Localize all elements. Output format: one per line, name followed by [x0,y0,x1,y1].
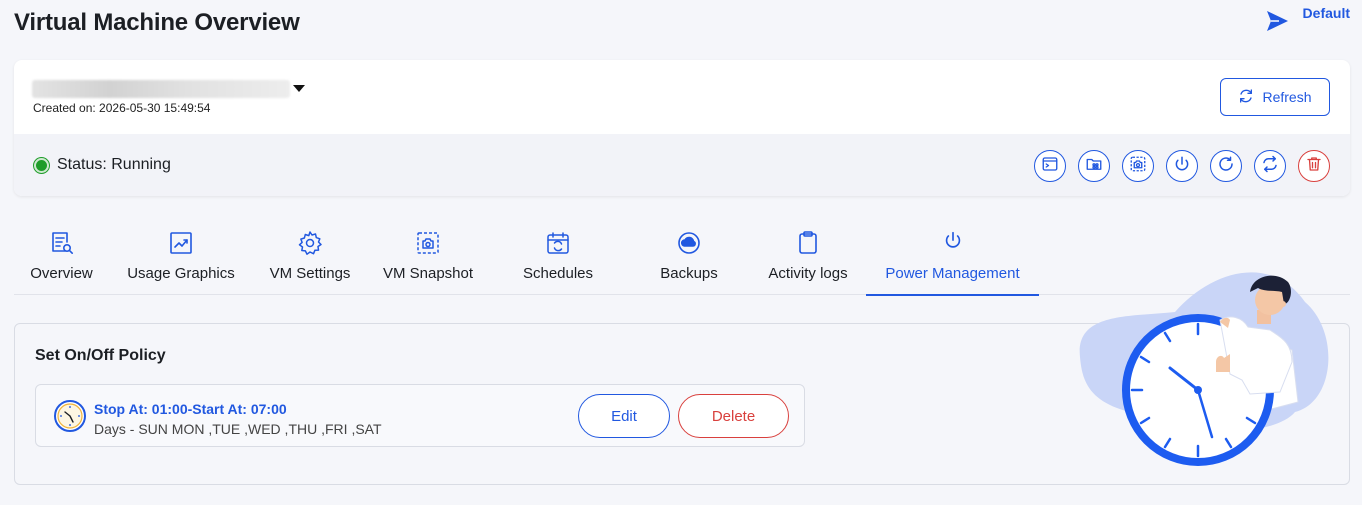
console-button[interactable] [1034,150,1066,182]
power-icon [1173,155,1191,178]
tab-vm-snapshot[interactable]: VM Snapshot [380,230,476,295]
tab-backups[interactable]: Backups [654,230,724,295]
clock-icon [53,399,87,438]
status-indicator: Status: Running [34,156,171,174]
power-button[interactable] [1166,150,1198,182]
edit-button[interactable]: Edit [578,394,670,438]
trash-icon [1305,155,1323,178]
page-title: Virtual Machine Overview [14,9,300,36]
cloud-backup-icon [676,230,702,260]
file-manager-button[interactable] [1078,150,1110,182]
gear-icon [297,230,323,260]
calendar-refresh-icon [545,230,571,260]
power-icon [942,230,964,260]
clock-illustration [1070,262,1332,473]
camera-frame-icon [415,230,441,260]
policy-item: Stop At: 01:00-Start At: 07:00 Days - SU… [35,384,805,447]
tab-label: Power Management [885,265,1020,282]
created-on: Created on: 2026-05-30 15:49:54 [33,101,211,115]
chart-icon [168,230,194,260]
vm-name-select[interactable] [32,80,290,98]
send-icon [1265,9,1289,38]
tab-label: VM Settings [269,265,351,282]
refresh-button[interactable]: Refresh [1220,78,1330,116]
tab-label: Usage Graphics [127,265,235,282]
tab-usage-graphics[interactable]: Usage Graphics [121,230,241,295]
delete-vm-button[interactable] [1298,150,1330,182]
tab-label: Activity logs [768,265,848,282]
console-icon [1041,155,1059,178]
status-label: Status: Running [57,156,171,173]
delete-button[interactable]: Delete [678,394,789,438]
clipboard-icon [795,230,821,260]
tab-vm-settings[interactable]: VM Settings [266,230,354,295]
restart-icon [1217,155,1235,178]
tab-label: Backups [660,265,718,282]
snapshot-icon [1129,155,1147,178]
document-search-icon [49,230,75,260]
policy-time: Stop At: 01:00-Start At: 07:00 [94,401,287,417]
default-project[interactable]: Default [1265,5,1350,38]
policy-days: Days - SUN MON ,TUE ,WED ,THU ,FRI ,SAT [94,421,382,437]
status-dot-icon [34,157,49,173]
tab-power-management[interactable]: Power Management [866,230,1039,296]
chevron-down-icon[interactable] [293,85,305,92]
vm-card: Created on: 2026-05-30 15:49:54 Refresh … [14,60,1350,196]
tab-activity-logs[interactable]: Activity logs [764,230,852,295]
migrate-button[interactable] [1254,150,1286,182]
tab-label: Schedules [522,265,594,282]
refresh-label: Refresh [1262,89,1312,105]
tab-overview[interactable]: Overview [24,230,99,295]
migrate-icon [1261,155,1279,178]
tab-label: Overview [30,265,93,282]
snapshot-button[interactable] [1122,150,1154,182]
restart-button[interactable] [1210,150,1242,182]
tab-label: VM Snapshot [382,265,474,282]
refresh-icon [1238,88,1254,107]
tab-schedules[interactable]: Schedules [518,230,598,295]
vm-actions [1034,150,1330,182]
folder-apps-icon [1085,155,1103,178]
policy-title: Set On/Off Policy [35,347,166,364]
default-link[interactable]: Default [1303,5,1350,21]
